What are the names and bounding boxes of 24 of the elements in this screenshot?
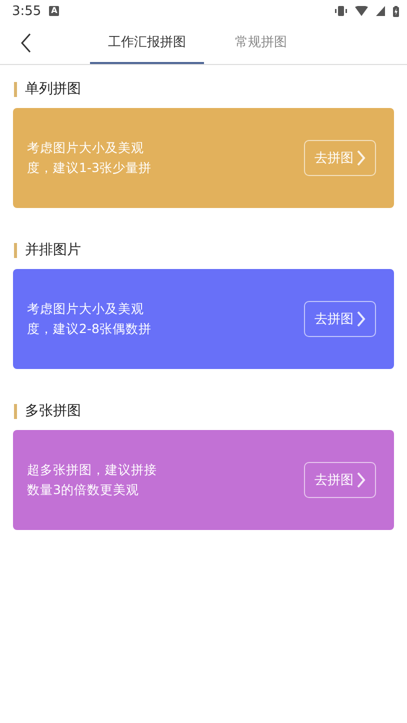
- chevron-right-icon: [356, 472, 366, 488]
- signal-icon: [376, 6, 385, 16]
- go-collage-button[interactable]: 去拼图: [304, 301, 376, 337]
- section-marker: [14, 404, 17, 418]
- back-icon: [21, 32, 31, 52]
- go-collage-button[interactable]: 去拼图: [304, 462, 376, 498]
- tab[interactable]: 常规拼图: [204, 22, 318, 64]
- section-title: 并排图片: [25, 241, 81, 259]
- vibrate-icon: [335, 6, 347, 16]
- tab[interactable]: 工作汇报拼图: [90, 22, 204, 64]
- battery-icon: [393, 6, 399, 16]
- card-description: 超多张拼图，建议拼接 数量3的倍数更美观: [27, 461, 157, 499]
- section-marker: [14, 242, 17, 258]
- section-marker: [14, 82, 17, 96]
- status-time: 3:55: [12, 4, 42, 18]
- notification-icon: A: [49, 6, 60, 16]
- chevron-right-icon: [356, 311, 366, 327]
- card-description: 考虑图片大小及美观 度，建议2-8张偶数拼: [27, 300, 152, 338]
- card-description: 考虑图片大小及美观 度，建议1-3张少量拼: [27, 139, 152, 177]
- section-title: 多张拼图: [25, 402, 81, 420]
- section-title: 单列拼图: [25, 80, 81, 98]
- wifi-icon: [355, 6, 368, 16]
- chevron-right-icon: [356, 150, 366, 166]
- go-collage-button[interactable]: 去拼图: [304, 140, 376, 176]
